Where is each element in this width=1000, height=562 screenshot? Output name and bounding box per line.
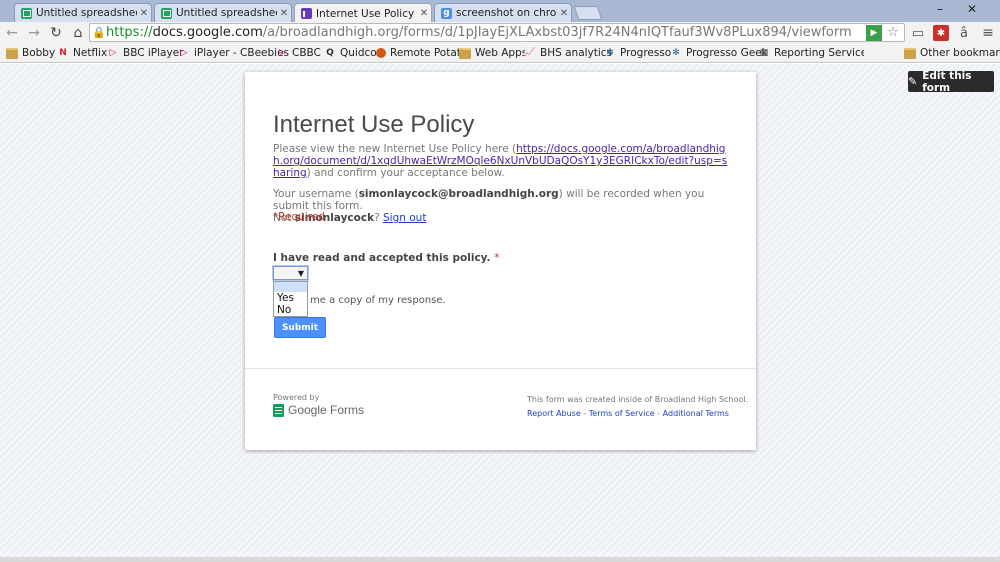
question-label: I have read and accepted this policy. *: [273, 252, 500, 264]
bookmark-progresso-geek[interactable]: ✻ Progresso Geek: [670, 45, 768, 61]
dropdown-option-no[interactable]: No: [274, 304, 307, 316]
sheets-icon: [21, 7, 32, 19]
dropdown-option-yes[interactable]: Yes: [274, 292, 307, 304]
bookmark-bobby[interactable]: Bobby: [6, 45, 55, 61]
drive-page-icon[interactable]: ▶: [866, 24, 882, 41]
url-text: https://docs.google.com/a/broadlandhigh.…: [106, 25, 852, 40]
google-forms-icon: [273, 403, 284, 417]
address-bar[interactable]: 🔒 https://docs.google.com/a/broadlandhig…: [89, 23, 905, 42]
tab-internet-use-policy[interactable]: Internet Use Policy ✕: [294, 3, 432, 23]
form-card: Internet Use Policy Please view the new …: [245, 72, 756, 450]
form-title: Internet Use Policy: [273, 111, 475, 138]
bbc-iplayer-icon: ▷: [278, 48, 286, 58]
username: simonlaycock@broadlandhigh.org: [358, 188, 559, 200]
sheets-icon: [161, 7, 172, 19]
terms-of-service-link[interactable]: Terms of Service: [589, 409, 655, 418]
forms-icon: [301, 8, 312, 19]
bookmark-progresso[interactable]: ✻ Progresso: [604, 45, 671, 61]
report-abuse-link[interactable]: Report Abuse: [527, 409, 581, 418]
bbc-iplayer-icon: ▷: [109, 48, 117, 58]
quidco-icon: Q: [326, 48, 334, 58]
google-forms-logo: Google Forms: [273, 403, 364, 417]
tab-title: screenshot on chromebo: [456, 7, 557, 19]
user-info: Your username (simonlaycock@broadlandhig…: [273, 188, 705, 224]
bookmark-web-apps[interactable]: Web Apps: [459, 45, 527, 61]
powered-by-label: Powered by: [273, 393, 320, 402]
star-icon[interactable]: ☆: [885, 25, 901, 41]
edit-form-label: Edit this form: [922, 69, 972, 94]
bbc-iplayer-icon: ▷: [180, 48, 188, 58]
bookmarks-bar: Bobby N Netflix ▷ BBC iPlayer ▷ iPlayer - C…: [0, 43, 1000, 63]
bookmark-remote-potato[interactable]: Remote Potato: [376, 45, 467, 61]
tab-screenshot-search[interactable]: g screenshot on chromebo ✕: [434, 3, 572, 22]
new-tab-button[interactable]: [573, 6, 603, 20]
dropdown-arrow-icon: ▼: [297, 269, 304, 278]
close-icon[interactable]: ✕: [417, 8, 431, 19]
close-icon[interactable]: ✕: [557, 8, 571, 19]
created-note: This form was created inside of Broadlan…: [527, 395, 749, 404]
bookmark-bhs-analytics[interactable]: 📈 BHS analytics: [524, 45, 612, 61]
required-note: *Required: [273, 211, 325, 223]
home-icon[interactable]: ⌂: [69, 24, 87, 42]
page-background: ✎ Edit this form Internet Use Policy Ple…: [0, 64, 1000, 562]
edit-this-form-button[interactable]: ✎ Edit this form: [908, 69, 994, 94]
cast-icon[interactable]: ▭: [909, 24, 927, 42]
google-forms-label: Google Forms: [288, 403, 365, 417]
bookmark-other[interactable]: Other bookmarks: [904, 45, 1000, 61]
bookmark-reporting-services[interactable]: ▦Reporting Services tr: [758, 45, 864, 61]
bookmark-bbc-iplayer[interactable]: ▷ BBC iPlayer: [107, 45, 184, 61]
select-dropdown-list: Yes No: [273, 281, 308, 317]
forward-arrow-icon[interactable]: →: [25, 24, 43, 42]
progresso-icon: ✻: [672, 48, 680, 58]
lock-icon[interactable]: 🔒: [92, 26, 106, 40]
bookmark-cbbc[interactable]: ▷ CBBC: [276, 45, 321, 61]
browser-toolbar: ← → ↻ ⌂ 🔒 https://docs.google.com/a/broa…: [0, 22, 1000, 43]
remote-potato-icon: [376, 48, 386, 58]
tab-spreadsheet-1[interactable]: Untitled spreadsheet - G ✕: [14, 3, 152, 22]
sign-out-link[interactable]: Sign out: [383, 212, 426, 224]
extension-icon[interactable]: ✱: [933, 25, 949, 41]
bookmark-iplayer-cbeebies[interactable]: ▷ iPlayer - CBeebies: [178, 45, 290, 61]
progresso-icon: ✻: [606, 48, 614, 58]
status-bar: [0, 557, 1000, 562]
footer-divider: [245, 368, 756, 369]
folder-icon: [6, 47, 18, 59]
tab-strip: Untitled spreadsheet - G ✕ Untitled spre…: [0, 0, 1000, 23]
menu-icon[interactable]: ≡: [979, 24, 997, 42]
netflix-icon: N: [59, 48, 67, 58]
tab-title: Untitled spreadsheet - G: [36, 7, 137, 19]
close-icon[interactable]: ✕: [277, 8, 291, 19]
footer-links: Report Abuse - Terms of Service - Additi…: [527, 409, 729, 418]
dropdown-option-blank[interactable]: [274, 282, 307, 292]
tab-title: Internet Use Policy: [316, 7, 415, 20]
close-window-button[interactable]: ✕: [960, 0, 984, 18]
required-mark: *: [494, 252, 500, 264]
back-arrow-icon[interactable]: ←: [3, 24, 21, 42]
tab-title: Untitled spreadsheet - G: [176, 7, 277, 19]
translate-icon[interactable]: â: [955, 24, 973, 42]
acceptance-select[interactable]: ▼: [273, 266, 308, 280]
close-icon[interactable]: ✕: [137, 8, 151, 19]
form-description: Please view the new Internet Use Policy …: [273, 143, 728, 179]
bookmark-netflix[interactable]: N Netflix: [57, 45, 107, 61]
pencil-icon: ✎: [908, 75, 918, 88]
submit-button[interactable]: Submit: [274, 317, 326, 338]
additional-terms-link[interactable]: Additional Terms: [663, 409, 729, 418]
send-copy-label: me a copy of my response.: [310, 295, 446, 306]
folder-icon: [904, 47, 916, 59]
minimize-button[interactable]: –: [928, 0, 952, 18]
reload-icon[interactable]: ↻: [47, 24, 65, 42]
google-search-icon: g: [441, 7, 452, 19]
reporting-icon: ▦: [759, 48, 769, 58]
tab-spreadsheet-2[interactable]: Untitled spreadsheet - G ✕: [154, 3, 292, 22]
bookmark-quidco[interactable]: Q Quidco: [324, 45, 377, 61]
analytics-icon: 📈: [524, 48, 536, 58]
folder-icon: [459, 47, 471, 59]
